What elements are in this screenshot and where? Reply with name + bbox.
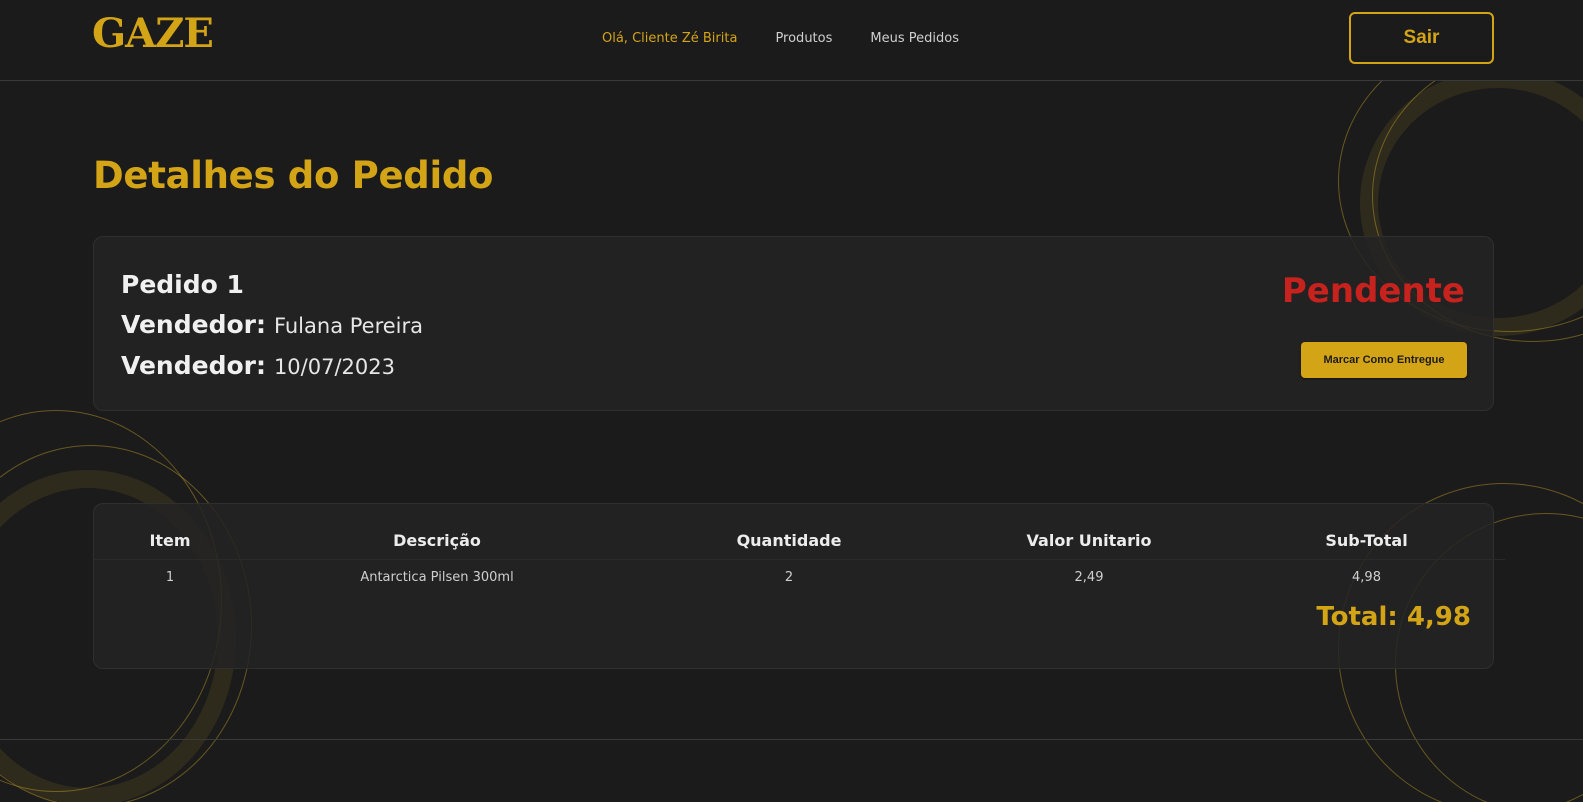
date-value: 10/07/2023 (273, 355, 395, 379)
cell-description: Antarctica Pilsen 300ml (360, 569, 514, 585)
column-header-item: Item (94, 524, 246, 560)
main-content: Detalhes do Pedido Pedido 1 Vendedor: Fu… (0, 81, 1583, 740)
seller-value: Fulana Pereira (273, 314, 423, 338)
order-title: Pedido 1 (121, 270, 244, 299)
column-header-description: Descrição (246, 524, 628, 560)
order-total: Total: 4,98 (1316, 602, 1471, 632)
nav-link-meus-pedidos[interactable]: Meus Pedidos (870, 31, 959, 46)
table-header-row: Item Descrição Quantidade Valor Unitario… (94, 524, 1505, 560)
cell-quantity: 2 (784, 569, 794, 585)
seller-label: Vendedor: (121, 310, 266, 339)
page: GAZE Olá, Cliente Zé Birita Produtos Meu… (0, 0, 1583, 802)
order-info: Pedido 1 Vendedor: Fulana Pereira Vended… (121, 265, 423, 387)
order-items-table: Item Descrição Quantidade Valor Unitario… (94, 524, 1505, 594)
order-date-line: Vendedor: 10/07/2023 (121, 346, 423, 387)
logout-button[interactable]: Sair (1349, 12, 1494, 64)
order-items-card: Item Descrição Quantidade Valor Unitario… (93, 503, 1505, 669)
order-status: Pendente (1281, 271, 1465, 311)
cell-unit-price: 2,49 (1074, 569, 1104, 585)
date-label: Vendedor: (121, 351, 266, 380)
column-header-quantity: Quantidade (628, 524, 950, 560)
cell-subtotal: 4,98 (1352, 569, 1381, 585)
mark-delivered-button[interactable]: Marcar Como Entregue (1301, 342, 1467, 378)
column-header-subtotal: Sub-Total (1228, 524, 1505, 560)
page-title: Detalhes do Pedido (93, 154, 494, 197)
table-row: 1 Antarctica Pilsen 300ml 2 2,49 4,98 (94, 560, 1505, 595)
order-title-line: Pedido 1 (121, 265, 423, 305)
main-nav: Olá, Cliente Zé Birita Produtos Meus Ped… (602, 31, 959, 46)
nav-link-produtos[interactable]: Produtos (775, 31, 832, 46)
order-seller-line: Vendedor: Fulana Pereira (121, 305, 423, 346)
top-header: GAZE Olá, Cliente Zé Birita Produtos Meu… (0, 0, 1583, 81)
order-summary-card: Pedido 1 Vendedor: Fulana Pereira Vended… (93, 236, 1494, 411)
column-header-unit-price: Valor Unitario (950, 524, 1228, 560)
cell-item: 1 (165, 569, 175, 585)
user-greeting: Olá, Cliente Zé Birita (602, 31, 738, 46)
brand-logo[interactable]: GAZE (92, 10, 214, 57)
